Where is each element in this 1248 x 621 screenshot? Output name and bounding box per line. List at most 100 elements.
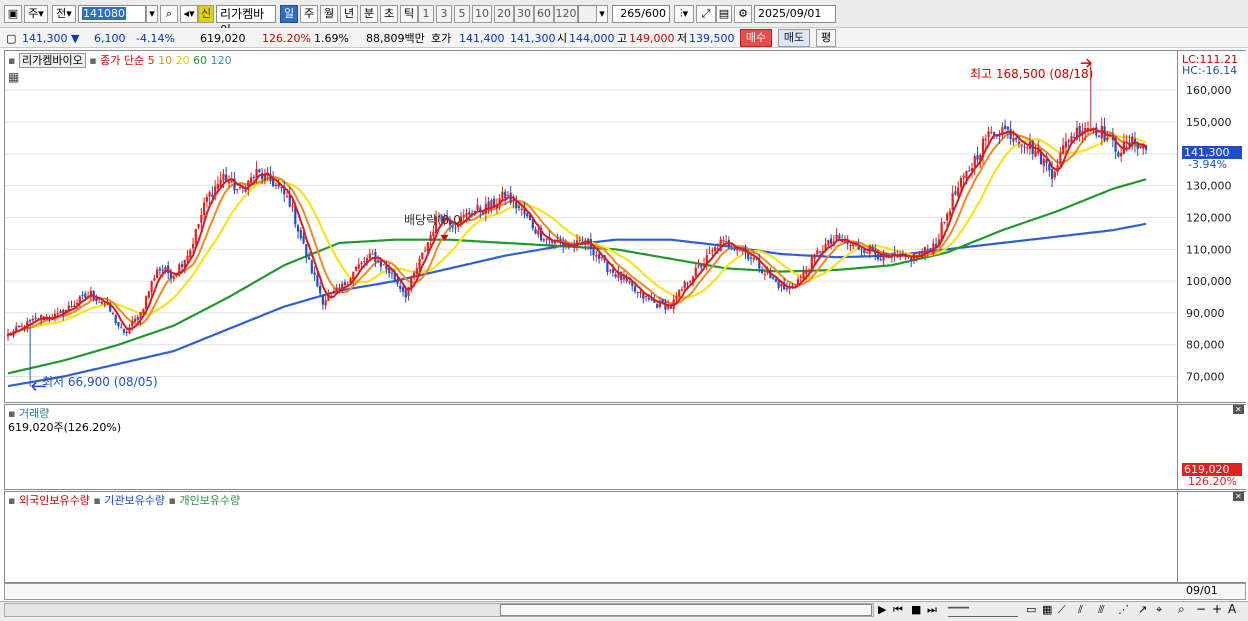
holdings-legend-icon-3[interactable]: ▪ [169, 494, 176, 507]
candle-body [785, 288, 789, 290]
scroll-right-icon[interactable]: ▶ [878, 603, 886, 616]
candle-body [313, 272, 316, 275]
candle-body [114, 315, 117, 324]
zoom-slider[interactable]: ━━━╸ [948, 603, 1018, 617]
text-tool-icon[interactable]: A [1228, 602, 1236, 616]
candle-body [377, 260, 380, 262]
holdings-panel-close-icon[interactable]: ✕ [1233, 492, 1244, 501]
candle-body [1020, 144, 1023, 147]
candle-body [1117, 152, 1120, 157]
candle-body [965, 170, 968, 179]
candle-body [70, 305, 73, 307]
rewind-icon[interactable]: ⏮ [893, 603, 903, 617]
arrow-icon[interactable]: ↗ [1138, 603, 1147, 616]
candle-body [772, 276, 775, 279]
candle-body [876, 253, 880, 260]
candle-body [330, 292, 333, 294]
candle-body [984, 139, 987, 141]
fast-forward-icon[interactable]: ⏭ [927, 603, 937, 617]
candle-body [1064, 141, 1067, 148]
candle-body [1015, 137, 1018, 140]
draw-line-icon[interactable]: ⫽ [1078, 603, 1083, 617]
candle-body [954, 191, 957, 195]
candle-body [307, 257, 311, 260]
zoom-out-icon[interactable]: − [1196, 602, 1206, 616]
candle-body [415, 268, 418, 275]
legend-ma120: 120 [210, 54, 232, 67]
legend-stock-name: 리가켐바이오 [18, 53, 86, 68]
candle-body [194, 228, 197, 244]
candle-body [818, 251, 822, 253]
holdings-legend-icon[interactable]: ▪ [8, 494, 15, 507]
zoom-icon[interactable]: ⌕ [1178, 602, 1185, 617]
pan-icon[interactable]: ⌖ [1156, 603, 1162, 617]
legend-individual: 개인보유수량 [179, 494, 241, 507]
calculator-icon[interactable]: ▦ [8, 70, 19, 84]
volume-panel-close-icon[interactable]: ✕ [1233, 405, 1244, 414]
candle-body [852, 243, 855, 247]
candle-body [1059, 152, 1062, 165]
volume-panel[interactable] [4, 404, 1178, 490]
candle-body [1009, 129, 1012, 140]
candle-body [111, 313, 115, 315]
price-y-tick: 110,000 [1186, 243, 1232, 256]
candle-body [805, 271, 808, 274]
hc-label: HC:-16.14 [1182, 64, 1238, 77]
x-axis [4, 583, 1246, 600]
candle-body [708, 252, 711, 254]
candle-body [595, 255, 598, 257]
dividend-annotation: 배당락(0.0 [404, 213, 461, 227]
candle-body [780, 283, 783, 287]
candle-body [766, 271, 769, 273]
candle-body [227, 181, 231, 184]
candle-body [1097, 135, 1101, 137]
candle-body [1017, 141, 1021, 144]
zoom-in-icon[interactable]: + [1212, 602, 1222, 616]
candle-body [476, 205, 479, 210]
scrollbar-thumb[interactable] [500, 604, 872, 616]
candle-body [506, 195, 510, 197]
candle-body [125, 331, 128, 334]
candle-body [426, 242, 429, 252]
legend-close-type: 종가 단순 [100, 54, 145, 67]
candle-body [142, 309, 145, 314]
candle-body [324, 300, 327, 306]
candle-body [1067, 140, 1070, 142]
candle-body [678, 289, 681, 297]
candle-body [98, 301, 101, 303]
legend-toggle-icon[interactable]: ▪ [8, 54, 15, 67]
candle-body [258, 169, 261, 173]
compare-icon[interactable]: ▭ [1026, 603, 1036, 616]
candle-body [360, 262, 363, 264]
candle-body [838, 235, 841, 239]
candle-body [730, 248, 733, 250]
fibonacci-icon[interactable]: ⫻ [1098, 603, 1105, 617]
candle-body [534, 229, 537, 234]
candle-body [843, 240, 847, 243]
candle-body [310, 260, 313, 274]
candle-body [725, 241, 728, 243]
stop-icon[interactable]: ■ [911, 603, 921, 616]
holdings-legend-icon-2[interactable]: ▪ [93, 494, 100, 507]
candle-body [222, 174, 225, 181]
candle-body [799, 276, 802, 278]
candle-body [1120, 152, 1123, 157]
candle-body [675, 295, 678, 300]
candle-body [636, 291, 639, 293]
grid-icon[interactable]: ▦ [1042, 603, 1052, 616]
price-legend: ▪ 리가켐바이오 ▪ 종가 단순 5 10 20 60 120 [8, 52, 232, 68]
candle-body [145, 296, 148, 310]
candle-body [694, 267, 697, 276]
high-annotation: 최고 168,500 (08/18) [970, 67, 1094, 81]
candle-body [15, 326, 18, 332]
price-y-tick: 70,000 [1186, 371, 1225, 384]
candle-body [81, 294, 84, 296]
candle-body [813, 254, 816, 259]
candle-body [1004, 125, 1007, 129]
channel-icon[interactable]: ⋰ [1118, 603, 1129, 616]
candle-body [117, 322, 120, 327]
legend-toggle-icon-2[interactable]: ▪ [89, 54, 96, 67]
trend-line-icon[interactable]: ⟋ [1058, 603, 1066, 617]
candle-body [865, 252, 869, 254]
candle-body [412, 272, 416, 278]
